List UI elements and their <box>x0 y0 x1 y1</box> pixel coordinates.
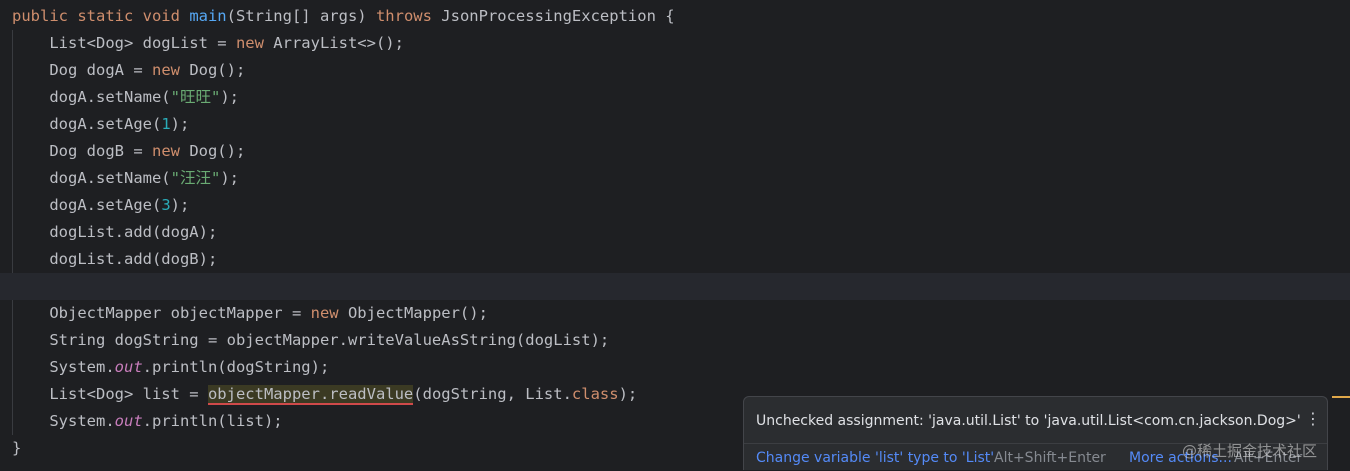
code-line[interactable]: Dog dogB = new Dog(); <box>0 138 1350 165</box>
code-line[interactable] <box>0 273 1350 300</box>
code-line[interactable]: dogA.setAge(3); <box>0 192 1350 219</box>
code-line[interactable]: public static void main(String[] args) t… <box>0 3 1350 30</box>
code-line[interactable]: dogA.setAge(1); <box>0 111 1350 138</box>
code-token: dogA.setAge( <box>12 196 162 214</box>
code-token: ObjectMapper objectMapper = <box>12 304 311 322</box>
code-token: new <box>151 61 190 79</box>
code-token: dogA.setName( <box>12 169 171 187</box>
code-token: out <box>114 412 143 430</box>
code-token: List<Dog> dogList = <box>12 34 236 52</box>
code-token: new <box>235 34 274 52</box>
code-token: Dog(); <box>189 142 246 160</box>
code-token: List<Dog> list = <box>12 385 208 403</box>
code-token: "旺旺" <box>170 88 221 106</box>
code-token: new <box>310 304 348 322</box>
code-token: ); <box>170 115 190 133</box>
code-token: ); <box>220 169 239 187</box>
code-token: throws <box>375 7 442 25</box>
code-token: 3 <box>161 196 171 214</box>
code-token: dogList.add(dogB); <box>12 250 218 268</box>
code-token: 1 <box>161 115 171 133</box>
code-line[interactable]: dogList.add(dogA); <box>0 219 1350 246</box>
more-options-icon[interactable]: ⋮ <box>1305 409 1321 429</box>
code-line[interactable]: dogA.setName("汪汪"); <box>0 165 1350 192</box>
quick-fix-link[interactable]: Change variable 'list' type to 'List' <box>756 450 994 466</box>
code-token: class <box>571 385 619 403</box>
code-token: dogA.setAge( <box>12 115 162 133</box>
code-token: ArrayList<>(); <box>273 34 404 52</box>
code-line[interactable]: System.out.println(dogString); <box>0 354 1350 381</box>
code-token: public static void <box>12 7 190 25</box>
code-token: Dog dogA = <box>12 61 152 79</box>
code-token: (dogString, List. <box>413 385 572 403</box>
code-token: ObjectMapper(); <box>347 304 488 322</box>
code-token: dogA.setName( <box>12 88 171 106</box>
quick-fix-shortcut: Alt+Shift+Enter <box>994 450 1106 466</box>
code-token: String dogString = objectMapper.writeVal… <box>12 331 610 349</box>
inspection-message: Unchecked assignment: 'java.util.List' t… <box>756 413 1301 429</box>
code-token: System. <box>12 358 115 376</box>
warning-scroll-marker[interactable] <box>1332 396 1350 398</box>
code-token: JsonProcessingException { <box>441 7 675 25</box>
code-line[interactable]: String dogString = objectMapper.writeVal… <box>0 327 1350 354</box>
code-line[interactable]: List<Dog> dogList = new ArrayList<>(); <box>0 30 1350 57</box>
code-token: Dog(); <box>189 61 246 79</box>
code-token: .println(list); <box>142 412 283 430</box>
watermark: @稀土掘金技术社区 <box>1182 442 1318 460</box>
code-line[interactable]: Dog dogA = new Dog(); <box>0 57 1350 84</box>
code-line[interactable]: dogList.add(dogB); <box>0 246 1350 273</box>
code-line[interactable]: dogA.setName("旺旺"); <box>0 84 1350 111</box>
code-token: } <box>12 439 22 457</box>
code-token: ); <box>618 385 638 403</box>
warning-highlight: objectMapper.readValue <box>207 385 414 405</box>
code-token: ); <box>220 88 239 106</box>
code-token: main <box>189 7 227 25</box>
code-token: "汪汪" <box>170 169 221 187</box>
code-token: dogList.add(dogA); <box>12 223 218 241</box>
code-token: out <box>114 358 143 376</box>
code-token: (String[] args) <box>226 7 376 25</box>
code-token: ); <box>170 196 190 214</box>
code-token: System. <box>12 412 115 430</box>
code-token: new <box>151 142 190 160</box>
code-token: Dog dogB = <box>12 142 152 160</box>
code-line[interactable]: ObjectMapper objectMapper = new ObjectMa… <box>0 300 1350 327</box>
code-token: .println(dogString); <box>142 358 330 376</box>
